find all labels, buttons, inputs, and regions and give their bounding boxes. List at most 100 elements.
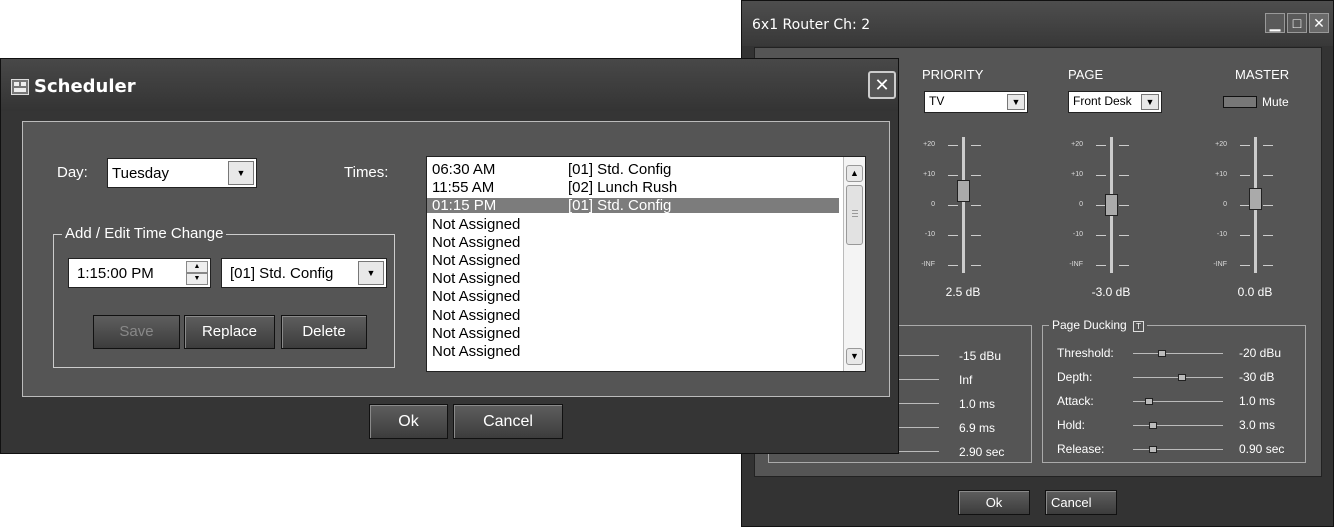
scroll-down-icon[interactable]: ▼ <box>846 348 863 365</box>
close-icon[interactable]: ✕ <box>868 71 896 99</box>
time-row-config: [02] Lunch Rush <box>568 179 678 197</box>
spin-up-icon[interactable]: ▲ <box>186 261 208 273</box>
time-stepper-value: 1:15:00 PM <box>77 265 154 282</box>
scheduler-app-icon <box>11 79 29 95</box>
fader-tick <box>1263 265 1273 266</box>
router-title: 6x1 Router Ch: 2 <box>752 17 871 33</box>
fader-tick <box>1096 235 1106 236</box>
page-ducking-param-label: Hold: <box>1057 418 1086 432</box>
fader-tick <box>971 175 981 176</box>
fader-tick <box>1119 265 1129 266</box>
time-row[interactable]: Not Assigned <box>427 253 839 268</box>
page-ducking-group: Page Ducking T Threshold: -20 dBu Depth: -3… <box>1042 318 1306 463</box>
fader-scale-label: +10 <box>923 171 935 178</box>
time-row[interactable]: 01:15 PM [01] Std. Config <box>427 197 839 215</box>
fader-scale-label: -INF <box>921 261 935 268</box>
chevron-down-icon: ▼ <box>1141 94 1159 110</box>
badge-t-icon[interactable]: T <box>1133 321 1145 332</box>
master-header: MASTER <box>1235 67 1290 82</box>
time-row[interactable]: Not Assigned <box>427 308 839 323</box>
time-row[interactable]: Not Assigned <box>427 289 839 304</box>
router-cancel-button[interactable]: Cancel <box>1045 490 1117 515</box>
fader-scale-label: 0 <box>931 201 935 208</box>
fader-tick <box>1263 175 1273 176</box>
page-ducking-param-slider[interactable] <box>1133 425 1223 426</box>
priority-header: PRIORITY <box>922 67 984 82</box>
priority-fader-handle[interactable] <box>957 179 970 202</box>
time-row-time: 06:30 AM <box>432 161 496 178</box>
times-scrollbar[interactable]: ▲ ▼ <box>843 157 865 371</box>
left-param-value: 2.90 sec <box>959 445 1005 459</box>
page-ducking-param-handle[interactable] <box>1157 350 1166 357</box>
delete-button[interactable]: Delete <box>281 315 367 349</box>
mute-button[interactable] <box>1223 96 1257 108</box>
fader-scale-label: +10 <box>1071 171 1083 178</box>
fader-tick <box>1096 145 1106 146</box>
fader-scale-label: 0 <box>1079 201 1083 208</box>
scheduler-panel: Day: Tuesday ▼ Times: Add / Edit Time Ch… <box>22 121 890 397</box>
fader-tick <box>1240 175 1250 176</box>
fader-tick <box>1096 265 1106 266</box>
scroll-thumb[interactable] <box>846 185 863 245</box>
time-row-time: Not Assigned <box>432 252 521 269</box>
fader-scale-label: -INF <box>1069 261 1083 268</box>
time-row-time: Not Assigned <box>432 288 521 306</box>
page-ducking-param-slider[interactable] <box>1133 353 1223 354</box>
time-row-time: Not Assigned <box>432 306 521 324</box>
spin-down-icon[interactable]: ▼ <box>186 273 208 285</box>
page-ducking-param-value: 0.90 sec <box>1239 442 1285 456</box>
minimize-icon[interactable]: ▁ <box>1265 13 1285 33</box>
day-select[interactable]: Tuesday ▼ <box>107 158 257 188</box>
close-icon[interactable]: ✕ <box>1309 13 1329 33</box>
scheduler-ok-button[interactable]: Ok <box>369 404 448 439</box>
master-fader-handle[interactable] <box>1249 188 1262 210</box>
times-list[interactable]: 06:30 AM [01] Std. Config 11:55 AM [02] Lun… <box>426 156 866 372</box>
time-row[interactable]: Not Assigned <box>427 271 839 286</box>
time-row-config: [01] Std. Config <box>568 197 672 215</box>
config-select[interactable]: [01] Std. Config ▼ <box>221 258 387 288</box>
page-ducking-param-handle[interactable] <box>1178 374 1187 381</box>
replace-button[interactable]: Replace <box>184 315 275 349</box>
fader-tick <box>1240 265 1250 266</box>
time-row-time: Not Assigned <box>432 233 521 251</box>
page-select-value: Front Desk <box>1073 94 1132 108</box>
scheduler-titlebar[interactable]: Scheduler ✕ <box>1 59 898 111</box>
time-row[interactable]: Not Assigned <box>427 326 839 341</box>
page-ducking-param-handle[interactable] <box>1149 422 1158 429</box>
router-ok-button[interactable]: Ok <box>958 490 1030 515</box>
fader-scale-label: -10 <box>1072 231 1083 238</box>
time-row[interactable]: 06:30 AM [01] Std. Config <box>427 162 839 177</box>
router-titlebar[interactable]: 6x1 Router Ch: 2 ▁ □ ✕ <box>742 1 1333 46</box>
page-ducking-title: Page Ducking T <box>1049 318 1148 332</box>
page-select[interactable]: Front Desk ▼ <box>1068 91 1162 113</box>
time-row[interactable]: Not Assigned <box>427 235 839 250</box>
fader-scale-label: 0 <box>1223 201 1227 208</box>
page-ducking-param-handle[interactable] <box>1149 446 1158 453</box>
save-button[interactable]: Save <box>93 315 180 349</box>
maximize-icon[interactable]: □ <box>1287 13 1307 33</box>
scheduler-cancel-button[interactable]: Cancel <box>453 404 563 439</box>
fader-tick <box>971 235 981 236</box>
day-select-value: Tuesday <box>112 165 169 182</box>
page-ducking-param-label: Release: <box>1057 442 1105 456</box>
fader-scale-label: -10 <box>1216 231 1227 238</box>
page-ducking-param-value: -30 dB <box>1239 370 1275 384</box>
page-ducking-param-value: 3.0 ms <box>1239 418 1276 432</box>
scroll-up-icon[interactable]: ▲ <box>846 165 863 182</box>
time-row-time: Not Assigned <box>432 215 521 233</box>
page-ducking-param-slider[interactable] <box>1133 449 1223 450</box>
time-row-time: 11:55 AM <box>432 179 495 197</box>
fader-tick <box>948 265 958 266</box>
page-fader-handle[interactable] <box>1105 194 1118 216</box>
time-row[interactable]: 11:55 AM [02] Lunch Rush <box>427 180 839 195</box>
page-header: PAGE <box>1068 67 1104 82</box>
time-stepper[interactable]: 1:15:00 PM ▲ ▼ <box>68 258 211 288</box>
priority-select[interactable]: TV ▼ <box>924 91 1028 113</box>
fader-scale-label: -INF <box>1213 261 1227 268</box>
page-level-value: -3.0 dB <box>1091 285 1131 299</box>
fader-tick <box>971 145 981 146</box>
left-param-value: Inf <box>959 373 973 387</box>
time-row[interactable]: Not Assigned <box>427 344 839 359</box>
page-ducking-param-handle[interactable] <box>1145 398 1154 405</box>
time-row[interactable]: Not Assigned <box>427 217 839 232</box>
